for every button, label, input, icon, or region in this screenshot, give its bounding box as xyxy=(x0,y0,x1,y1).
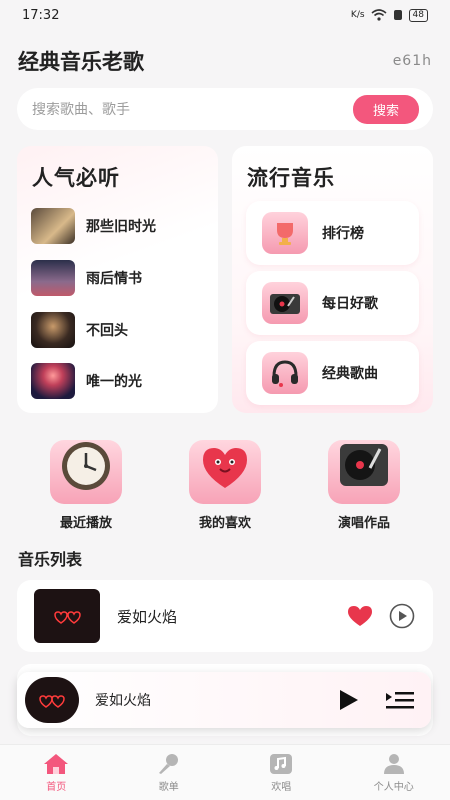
quick-recent[interactable]: 最近播放 xyxy=(46,440,126,531)
mini-player-cover xyxy=(25,677,79,723)
track-title: 爱如火焰 xyxy=(117,607,178,626)
category-daily[interactable]: 每日好歌 xyxy=(246,271,419,335)
song-thumbnail xyxy=(31,312,75,348)
popular-item-2[interactable]: 雨后情书 xyxy=(31,260,142,296)
turntable-icon xyxy=(328,440,400,504)
search-bar[interactable]: 搜索歌曲、歌手 搜索 xyxy=(17,88,433,130)
wifi-icon xyxy=(371,9,387,21)
song-thumbnail xyxy=(31,208,75,244)
quick-label: 最近播放 xyxy=(59,516,112,531)
category-label: 每日好歌 xyxy=(322,296,378,312)
music-list-title: 音乐列表 xyxy=(18,550,83,569)
battery-icon: 48 xyxy=(408,8,428,22)
category-label: 经典歌曲 xyxy=(322,366,378,382)
app-title: 经典音乐老歌 xyxy=(18,50,144,74)
status-indicators: K/s 48 xyxy=(350,8,428,22)
music-note-icon xyxy=(270,753,293,774)
heart-icon xyxy=(189,440,261,504)
song-name: 那些旧时光 xyxy=(86,219,156,235)
notification-icon xyxy=(393,10,402,20)
heart-icon[interactable] xyxy=(347,605,373,627)
song-name: 不回头 xyxy=(86,323,128,339)
mini-player-controls xyxy=(337,689,415,711)
tab-label: 首页 xyxy=(46,781,67,793)
tab-bar: 首页 歌单 欢唱 个人中心 xyxy=(0,744,450,800)
search-input[interactable]: 搜索歌曲、歌手 xyxy=(32,99,130,119)
clock-icon xyxy=(50,440,122,504)
song-thumbnail xyxy=(31,363,75,399)
tab-label: 个人中心 xyxy=(373,781,414,793)
trophy-icon xyxy=(262,212,308,254)
song-thumbnail xyxy=(31,260,75,296)
tab-label: 欢唱 xyxy=(271,781,292,793)
quick-favorites[interactable]: 我的喜欢 xyxy=(185,440,265,531)
record-player-icon xyxy=(262,282,308,324)
tab-label: 歌单 xyxy=(158,781,179,793)
mini-player-title: 爱如火焰 xyxy=(95,693,151,709)
popular-item-3[interactable]: 不回头 xyxy=(31,312,128,348)
popular-item-1[interactable]: 那些旧时光 xyxy=(31,208,156,244)
popular-title: 人气必听 xyxy=(32,166,120,190)
trending-title: 流行音乐 xyxy=(247,166,335,190)
tab-home[interactable]: 首页 xyxy=(0,745,113,800)
track-row[interactable]: 爱如火焰 xyxy=(17,580,433,652)
play-icon[interactable] xyxy=(337,689,359,711)
home-icon xyxy=(44,753,69,774)
popular-card: 人气必听 那些旧时光 雨后情书 不回头 唯一的光 xyxy=(17,146,218,413)
tab-profile[interactable]: 个人中心 xyxy=(338,745,450,800)
mini-player[interactable]: 爱如火焰 xyxy=(17,672,431,728)
quick-works[interactable]: 演唱作品 xyxy=(324,440,404,531)
quick-label: 演唱作品 xyxy=(337,516,390,531)
microphone-icon xyxy=(158,753,178,774)
song-name: 唯一的光 xyxy=(86,374,142,390)
trending-card: 流行音乐 排行榜 每日好歌 经典歌曲 xyxy=(232,146,433,413)
header-code: e61h xyxy=(392,53,432,69)
headphones-icon xyxy=(262,352,308,394)
search-button[interactable]: 搜索 xyxy=(352,94,419,124)
popular-item-4[interactable]: 唯一的光 xyxy=(31,363,142,399)
tab-playlist[interactable]: 歌单 xyxy=(113,745,226,800)
song-name: 雨后情书 xyxy=(86,271,142,287)
track-cover xyxy=(34,589,100,643)
status-bar: 17:32 K/s 48 xyxy=(0,0,450,30)
tab-sing[interactable]: 欢唱 xyxy=(225,745,338,800)
net-speed: K/s xyxy=(350,10,365,20)
category-chart[interactable]: 排行榜 xyxy=(246,201,419,265)
playlist-icon[interactable] xyxy=(385,689,415,711)
status-time: 17:32 xyxy=(22,7,60,23)
track-actions xyxy=(347,603,415,629)
play-circle-icon[interactable] xyxy=(389,603,415,629)
category-label: 排行榜 xyxy=(322,226,364,242)
category-classic[interactable]: 经典歌曲 xyxy=(246,341,419,405)
header: 经典音乐老歌 e61h xyxy=(18,46,432,76)
quick-label: 我的喜欢 xyxy=(198,516,251,531)
user-icon xyxy=(383,753,404,774)
